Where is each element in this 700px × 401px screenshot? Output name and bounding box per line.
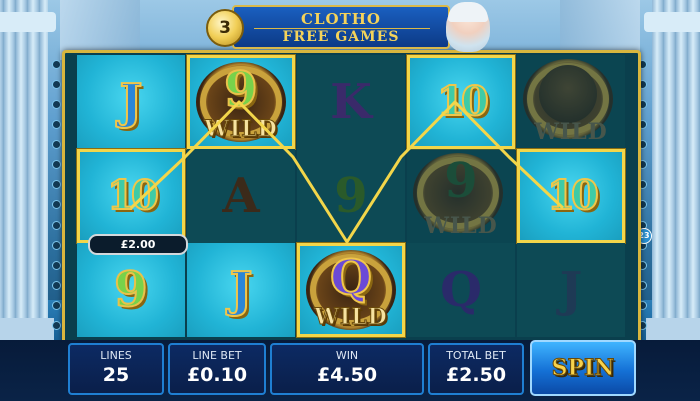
reel-4-symbol-2: 9 WILD — [407, 149, 515, 243]
symbol-label: Q — [440, 262, 482, 318]
payline-marker[interactable] — [52, 100, 61, 110]
wild-label: WILD — [424, 213, 498, 239]
spin-label: SPIN — [551, 355, 615, 382]
reel-1-symbol-2: 10 — [77, 149, 185, 243]
payline-marker[interactable] — [52, 280, 61, 290]
symbol-label: J — [119, 74, 144, 130]
payline-marker[interactable] — [52, 240, 61, 250]
reel-1-symbol-3: 9 — [77, 243, 185, 337]
payline-marker[interactable] — [52, 260, 61, 270]
symbol-label: 10 — [546, 172, 600, 219]
lines-box[interactable]: LINES 25 — [68, 343, 164, 395]
free-games-banner: CLOTHO FREE GAMES — [232, 5, 450, 49]
banner-subtitle: FREE GAMES — [282, 29, 400, 45]
reel-2-symbol-2: A — [187, 149, 295, 243]
reel-3-symbol-3: Q WILD — [297, 243, 405, 337]
total-bet-label: TOTAL BET — [446, 349, 506, 362]
payline-marker[interactable] — [52, 320, 61, 330]
total-bet-box: TOTAL BET £2.50 — [428, 343, 524, 395]
win-value: £4.50 — [316, 364, 378, 386]
free-games-counter: 3 — [206, 9, 244, 47]
reel-5-symbol-1: WILD — [517, 55, 625, 149]
banner-title: CLOTHO — [301, 10, 381, 28]
payline-marker[interactable] — [52, 120, 61, 130]
reel-1-symbol-1: J — [77, 55, 185, 149]
payline-marker[interactable] — [52, 160, 61, 170]
reel-4-symbol-3: Q — [407, 243, 515, 337]
payline-markers-left — [52, 60, 62, 330]
column-right — [644, 0, 700, 340]
payline-marker[interactable] — [52, 200, 61, 210]
line-bet-label: LINE BET — [192, 349, 242, 362]
spin-button[interactable]: SPIN — [530, 340, 636, 396]
reel-5-symbol-3: J — [517, 243, 625, 337]
total-bet-value: £2.50 — [445, 364, 507, 386]
reel-3-symbol-1: K — [297, 55, 405, 149]
reel-grid: J 10 9 9 WILD A J K 9 Q WILD 10 9 WILD Q WILD 10 J — [77, 55, 627, 337]
win-box: WIN £4.50 — [270, 343, 424, 395]
payline-marker[interactable] — [52, 80, 61, 90]
payline-marker[interactable] — [52, 140, 61, 150]
reel-2-symbol-3: J — [187, 243, 295, 337]
symbol-label: 10 — [106, 172, 160, 219]
symbol-label: 9 — [113, 262, 148, 318]
symbol-label: K — [330, 74, 372, 130]
lines-value: 25 — [102, 364, 130, 386]
symbol-label: 10 — [436, 78, 490, 125]
payline-marker[interactable] — [52, 180, 61, 190]
wild-label: WILD — [204, 116, 278, 143]
line-win-amount: £2.00 — [88, 234, 188, 255]
wild-label: WILD — [534, 119, 608, 145]
wild-inner-symbol: Q — [329, 250, 373, 306]
clotho-portrait — [446, 2, 490, 52]
lines-label: LINES — [100, 349, 132, 362]
line-bet-box[interactable]: LINE BET £0.10 — [168, 343, 266, 395]
column-left — [0, 0, 56, 340]
reel-5-symbol-2: 10 — [517, 149, 625, 243]
line-bet-value: £0.10 — [186, 364, 248, 386]
symbol-label: J — [229, 262, 254, 318]
payline-marker[interactable] — [52, 300, 61, 310]
wild-inner-symbol: 9 — [223, 62, 258, 118]
wild-label: WILD — [314, 304, 388, 331]
reel-4-symbol-1: 10 — [407, 55, 515, 149]
payline-marker[interactable] — [52, 220, 61, 230]
symbol-label: 9 — [334, 168, 368, 224]
symbol-label: A — [222, 168, 260, 224]
payline-marker[interactable] — [52, 60, 61, 69]
wild-inner-symbol: 9 — [444, 153, 478, 209]
reel-2-symbol-1: 9 WILD — [187, 55, 295, 149]
reel-3-symbol-2: 9 — [297, 149, 405, 243]
symbol-label: J — [559, 262, 583, 318]
win-label: WIN — [335, 349, 359, 362]
